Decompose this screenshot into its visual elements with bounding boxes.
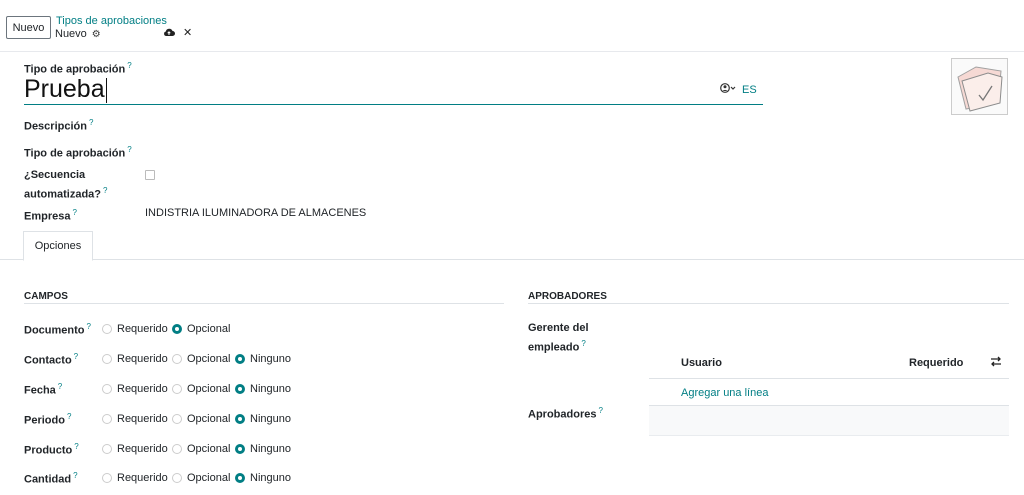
radio-required[interactable]: Requerido — [102, 472, 168, 484]
add-line-link[interactable]: Agregar una línea — [681, 387, 768, 399]
breadcrumb-current: Nuevo ⚙ — [55, 28, 101, 40]
field-row-contact: Contacto? Requerido Opcional Ninguno — [24, 352, 494, 372]
field-row-label: Documento? — [24, 322, 91, 337]
radio-none[interactable]: Ninguno — [235, 413, 291, 425]
field-row-label: Fecha? — [24, 382, 63, 397]
name-input-value: Prueba — [24, 75, 107, 103]
fields-section-title: CAMPOS — [24, 291, 68, 302]
radio-optional[interactable]: Opcional — [172, 413, 230, 425]
approvers-section-title: APROBADORES — [528, 291, 607, 302]
field-row-period: Periodo? Requerido Opcional Ninguno — [24, 412, 494, 432]
field-row-label: Periodo? — [24, 412, 72, 427]
language-selector[interactable]: ES — [742, 84, 757, 96]
tab-options[interactable]: Opciones — [23, 231, 93, 261]
employee-manager-label: Gerente del empleado? — [528, 322, 589, 354]
close-icon[interactable]: ✕ — [183, 26, 192, 39]
notebook-tabs: Opciones — [0, 231, 1024, 261]
field-row-product: Producto? Requerido Opcional Ninguno — [24, 442, 494, 462]
approvers-table-header: Usuario Requerido — [649, 347, 1009, 379]
field-row-label: Contacto? — [24, 352, 79, 367]
radio-required[interactable]: Requerido — [102, 413, 168, 425]
automated-sequence-label: ¿Secuencia automatizada?? — [24, 169, 108, 201]
radio-none[interactable]: Ninguno — [235, 443, 291, 455]
radio-optional[interactable]: Opcional — [172, 323, 230, 335]
radio-required[interactable]: Requerido — [102, 383, 168, 395]
breadcrumb-current-label: Nuevo — [55, 28, 87, 40]
column-required[interactable]: Requerido — [909, 357, 963, 369]
folder-image[interactable] — [951, 58, 1008, 115]
field-row-document: Documento? Requerido Opcional — [24, 322, 494, 342]
approvers-section-divider — [528, 303, 1009, 304]
new-button[interactable]: Nuevo — [6, 16, 51, 39]
field-row-date: Fecha? Requerido Opcional Ninguno — [24, 382, 494, 402]
radio-required[interactable]: Requerido — [102, 443, 168, 455]
gear-icon[interactable]: ⚙ — [92, 29, 101, 40]
approvers-table-empty-row — [649, 406, 1009, 436]
radio-optional[interactable]: Opcional — [172, 443, 230, 455]
fields-section-divider — [24, 303, 504, 304]
field-row-label: Cantidad? — [24, 471, 78, 486]
radio-none[interactable]: Ninguno — [235, 353, 291, 365]
column-settings-icon[interactable] — [990, 356, 1002, 370]
radio-required[interactable]: Requerido — [102, 353, 168, 365]
control-panel: Nuevo Tipos de aprobaciones Nuevo ⚙ ✕ — [0, 0, 1024, 52]
automated-sequence-checkbox[interactable] — [145, 170, 155, 180]
radio-none[interactable]: Ninguno — [235, 383, 291, 395]
radio-optional[interactable]: Opcional — [172, 383, 230, 395]
radio-optional[interactable]: Opcional — [172, 472, 230, 484]
description-label: Descripción? — [24, 118, 94, 133]
column-user[interactable]: Usuario — [681, 357, 722, 369]
approvers-label: Aprobadores? — [528, 406, 603, 421]
breadcrumb-parent-link[interactable]: Tipos de aprobaciones — [56, 15, 167, 27]
user-circle-icon[interactable] — [720, 83, 738, 96]
company-value[interactable]: INDISTRIA ILUMINADORA DE ALMACENES — [145, 207, 366, 219]
radio-required[interactable]: Requerido — [102, 323, 168, 335]
name-input[interactable]: Prueba ES — [24, 74, 763, 105]
radio-optional[interactable]: Opcional — [172, 353, 230, 365]
cloud-upload-icon[interactable] — [163, 27, 175, 40]
field-row-label: Producto? — [24, 442, 79, 457]
radio-none[interactable]: Ninguno — [235, 472, 291, 484]
company-label: Empresa? — [24, 208, 77, 223]
approval-type-label: Tipo de aprobación? — [24, 145, 132, 160]
field-row-quantity: Cantidad? Requerido Opcional Ninguno — [24, 471, 494, 491]
